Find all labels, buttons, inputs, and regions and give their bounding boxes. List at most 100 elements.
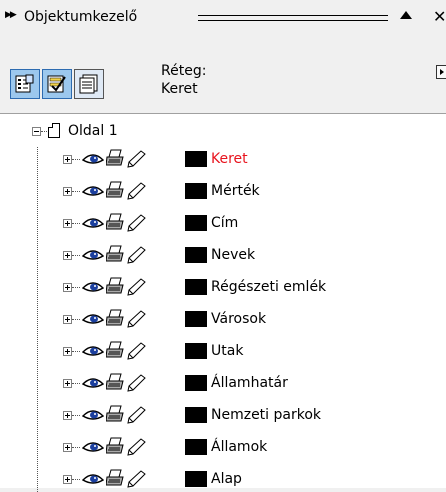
pencil-icon[interactable] bbox=[126, 470, 146, 492]
tree-connector bbox=[72, 319, 80, 320]
layer-row[interactable]: Államok bbox=[0, 435, 446, 459]
layer-row[interactable]: Keret bbox=[0, 147, 446, 171]
eye-icon[interactable] bbox=[81, 343, 105, 362]
layer-label: Államok bbox=[211, 439, 268, 455]
color-swatch-icon bbox=[185, 439, 207, 455]
collapse-toggle[interactable] bbox=[32, 127, 41, 136]
eye-icon[interactable] bbox=[81, 471, 105, 490]
layer-view-icon bbox=[79, 74, 98, 94]
eye-icon[interactable] bbox=[81, 407, 105, 426]
eye-icon[interactable] bbox=[81, 279, 105, 298]
pencil-icon[interactable] bbox=[126, 374, 146, 396]
eye-icon[interactable] bbox=[81, 311, 105, 330]
layer-view-button[interactable] bbox=[74, 69, 104, 99]
color-swatch-icon bbox=[185, 151, 207, 167]
printer-icon[interactable] bbox=[105, 245, 124, 267]
expand-toggle[interactable] bbox=[63, 187, 72, 196]
docker-title: Objektumkezelő bbox=[24, 9, 138, 25]
current-layer-caption: Réteg: bbox=[161, 63, 207, 79]
layer-row[interactable]: Nevek bbox=[0, 243, 446, 267]
eye-icon[interactable] bbox=[81, 375, 105, 394]
color-swatch-icon bbox=[185, 407, 207, 423]
layer-label: Mérték bbox=[211, 183, 260, 199]
printer-icon[interactable] bbox=[105, 309, 124, 331]
pencil-icon[interactable] bbox=[126, 406, 146, 428]
collapse-panel-icon[interactable] bbox=[400, 11, 412, 19]
pencil-icon[interactable] bbox=[126, 278, 146, 300]
printer-icon[interactable] bbox=[105, 469, 124, 491]
color-swatch-icon bbox=[185, 375, 207, 391]
color-swatch-icon bbox=[185, 343, 207, 359]
printer-icon[interactable] bbox=[105, 149, 124, 171]
layer-row[interactable]: Városok bbox=[0, 307, 446, 331]
expand-arrows-icon[interactable]: ▶▶ bbox=[5, 10, 17, 20]
layer-row[interactable]: Cím bbox=[0, 211, 446, 235]
tree-connector bbox=[72, 383, 80, 384]
object-tree[interactable]: Oldal 1 Keret Mérték Cím Nevek Régészeti eml… bbox=[0, 113, 446, 492]
expand-toggle[interactable] bbox=[63, 219, 72, 228]
expand-toggle[interactable] bbox=[63, 315, 72, 324]
pencil-icon[interactable] bbox=[126, 182, 146, 204]
tree-connector bbox=[41, 131, 47, 132]
close-icon[interactable]: ✕ bbox=[433, 7, 446, 26]
tree-connector bbox=[72, 287, 80, 288]
printer-icon[interactable] bbox=[105, 213, 124, 235]
layer-label: Keret bbox=[211, 151, 248, 167]
page-label: Oldal 1 bbox=[68, 123, 118, 139]
page-node[interactable]: Oldal 1 bbox=[0, 119, 446, 143]
eye-icon[interactable] bbox=[81, 439, 105, 458]
color-swatch-icon bbox=[185, 311, 207, 327]
printer-icon[interactable] bbox=[105, 437, 124, 459]
printer-icon[interactable] bbox=[105, 277, 124, 299]
color-swatch-icon bbox=[185, 471, 207, 487]
show-layers-button[interactable] bbox=[42, 69, 72, 99]
eye-icon[interactable] bbox=[81, 247, 105, 266]
color-swatch-icon bbox=[185, 183, 207, 199]
tree-connector bbox=[72, 415, 80, 416]
tree-connector bbox=[72, 159, 80, 160]
tree-connector bbox=[72, 223, 80, 224]
eye-icon[interactable] bbox=[81, 151, 105, 170]
title-grip[interactable] bbox=[198, 15, 388, 21]
pencil-icon[interactable] bbox=[126, 150, 146, 172]
docker-title-bar[interactable]: ▶▶ Objektumkezelő ✕ bbox=[0, 0, 446, 32]
expand-toggle[interactable] bbox=[63, 379, 72, 388]
printer-icon[interactable] bbox=[105, 181, 124, 203]
layer-label: Államhatár bbox=[211, 375, 288, 391]
pencil-icon[interactable] bbox=[126, 310, 146, 332]
toolbar: Réteg: Keret bbox=[0, 32, 446, 110]
flyout-menu-icon[interactable] bbox=[436, 65, 446, 79]
printer-icon[interactable] bbox=[105, 405, 124, 427]
eye-icon[interactable] bbox=[81, 183, 105, 202]
printer-icon[interactable] bbox=[105, 373, 124, 395]
expand-toggle[interactable] bbox=[63, 155, 72, 164]
layer-label: Városok bbox=[211, 311, 267, 327]
layer-label: Utak bbox=[211, 343, 244, 359]
layer-row[interactable]: Államhatár bbox=[0, 371, 446, 395]
color-swatch-icon bbox=[185, 247, 207, 263]
tree-connector bbox=[72, 255, 80, 256]
layer-row[interactable]: Nemzeti parkok bbox=[0, 403, 446, 427]
printer-icon[interactable] bbox=[105, 341, 124, 363]
show-properties-button[interactable] bbox=[10, 69, 40, 99]
expand-toggle[interactable] bbox=[63, 475, 72, 484]
layer-row[interactable]: Alap bbox=[0, 467, 446, 491]
tree-connector bbox=[72, 447, 80, 448]
pencil-icon[interactable] bbox=[126, 246, 146, 268]
expand-toggle[interactable] bbox=[63, 283, 72, 292]
eye-icon[interactable] bbox=[81, 215, 105, 234]
layer-row[interactable]: Mérték bbox=[0, 179, 446, 203]
expand-toggle[interactable] bbox=[63, 411, 72, 420]
layer-row[interactable]: Utak bbox=[0, 339, 446, 363]
page-icon bbox=[48, 123, 60, 138]
expand-toggle[interactable] bbox=[63, 347, 72, 356]
pencil-icon[interactable] bbox=[126, 342, 146, 364]
tree-connector bbox=[72, 479, 80, 480]
layer-label: Régészeti emlék bbox=[211, 279, 327, 295]
color-swatch-icon bbox=[185, 215, 207, 231]
expand-toggle[interactable] bbox=[63, 251, 72, 260]
pencil-icon[interactable] bbox=[126, 214, 146, 236]
pencil-icon[interactable] bbox=[126, 438, 146, 460]
expand-toggle[interactable] bbox=[63, 443, 72, 452]
layer-row[interactable]: Régészeti emlék bbox=[0, 275, 446, 299]
